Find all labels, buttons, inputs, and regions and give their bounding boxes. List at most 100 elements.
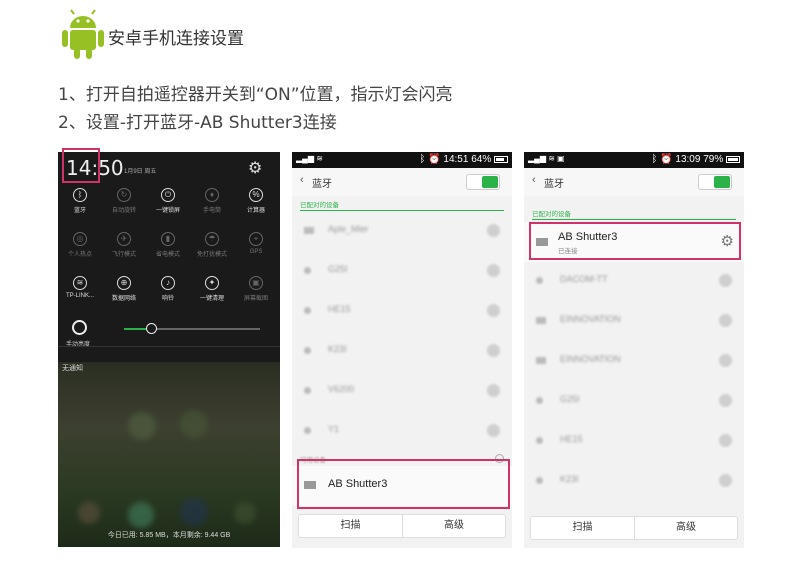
- gear-icon[interactable]: [487, 264, 500, 277]
- device-highlight-box: [529, 222, 741, 260]
- status-bar: ▂▄▆ ≋ ᛒ ⏰ 14:51 64%: [292, 152, 512, 168]
- status-time: 14:51: [443, 154, 469, 165]
- battery-icon: [494, 155, 508, 163]
- qs-auto-rotate[interactable]: ↻ 自动旋转: [102, 188, 146, 214]
- list-item[interactable]: Y1: [292, 412, 512, 452]
- scan-button[interactable]: 扫描: [531, 517, 634, 539]
- power-icon: ⏻: [161, 188, 175, 202]
- headset-icon: [304, 387, 311, 394]
- qs-label: 计算器: [246, 208, 265, 214]
- scan-button[interactable]: 扫描: [299, 515, 402, 537]
- gear-icon[interactable]: [719, 314, 732, 327]
- headset-icon: [304, 307, 311, 314]
- device-highlight-box: [297, 459, 510, 509]
- gear-icon[interactable]: [719, 354, 732, 367]
- qs-power-save[interactable]: ▮ 省电模式: [146, 232, 190, 258]
- speaker-icon: ♪: [161, 276, 175, 290]
- flashlight-icon: ♦: [205, 188, 219, 202]
- hotspot-icon: ◎: [73, 232, 87, 246]
- list-item[interactable]: K23I: [524, 462, 744, 502]
- qs-mobile-data[interactable]: ⊕ 数据网络: [102, 276, 146, 302]
- section-divider: [300, 210, 504, 211]
- divider: [58, 346, 280, 347]
- device-name: V6200: [328, 384, 355, 394]
- qs-label: 响铃: [161, 296, 174, 302]
- list-item[interactable]: HE15: [524, 422, 744, 462]
- bottom-button-bar: 扫描 高级: [298, 514, 506, 538]
- status-bar: ▂▄▆ ≋ ▣ ᛒ ⏰ 13:09 79%: [524, 152, 744, 168]
- qs-calculator[interactable]: % 计算器: [234, 188, 278, 214]
- gear-icon[interactable]: [719, 474, 732, 487]
- back-arrow-icon[interactable]: ‹: [532, 174, 536, 186]
- gear-icon[interactable]: [719, 394, 732, 407]
- headset-icon: [536, 437, 543, 444]
- qs-label: TP-LINK...: [65, 293, 94, 299]
- headset-icon: [304, 267, 311, 274]
- headset-icon: [536, 397, 543, 404]
- gear-icon[interactable]: [487, 384, 500, 397]
- qs-label: 一键锁屏: [155, 208, 180, 214]
- list-item[interactable]: Aple_Mier: [292, 212, 512, 252]
- gear-icon[interactable]: [719, 434, 732, 447]
- qs-label: 蓝牙: [73, 208, 86, 214]
- bluetooth-icon: ᛒ: [73, 188, 87, 202]
- gear-icon[interactable]: [719, 274, 732, 287]
- list-item[interactable]: G25I: [524, 382, 744, 422]
- list-item[interactable]: HE15: [292, 292, 512, 332]
- qs-lock-screen[interactable]: ⏻ 一键锁屏: [146, 188, 190, 214]
- bluetooth-toggle[interactable]: [466, 174, 500, 190]
- qs-bluetooth[interactable]: ᛒ 蓝牙: [58, 188, 102, 214]
- list-item[interactable]: V6200: [292, 372, 512, 412]
- list-item[interactable]: DACOM-TT: [524, 262, 744, 302]
- qs-screenshot[interactable]: ▣ 屏幕截图: [234, 276, 278, 302]
- advanced-button[interactable]: 高级: [634, 517, 737, 539]
- keyboard-icon: [536, 357, 546, 364]
- qs-label: 一键清理: [199, 296, 224, 302]
- gear-icon[interactable]: [487, 344, 500, 357]
- page-title: 安卓手机连接设置: [108, 29, 244, 49]
- qs-do-not-disturb[interactable]: ☂ 免打扰模式: [190, 232, 234, 258]
- bluetooth-toggle[interactable]: [698, 174, 732, 190]
- gear-icon[interactable]: ⚙: [248, 158, 266, 177]
- top-bar: ‹ 蓝牙: [524, 168, 744, 196]
- brightness-slider-knob[interactable]: [146, 323, 157, 334]
- time-highlight-box: [62, 148, 100, 183]
- data-usage-footer: 今日已用: 5.85 MB，本月剩余: 9.44 GB: [107, 532, 231, 539]
- list-item[interactable]: G25I: [292, 252, 512, 292]
- device-name: G25I: [328, 264, 348, 274]
- brightness-icon[interactable]: [72, 320, 87, 335]
- device-name: K23I: [328, 344, 347, 354]
- list-item[interactable]: EINNOVATION: [524, 302, 744, 342]
- device-name: EINNOVATION: [560, 314, 621, 324]
- back-arrow-icon[interactable]: ‹: [300, 174, 304, 186]
- headset-icon: [536, 477, 543, 484]
- notification-shade-screenshot: 14:50 1月9日 周五 ⚙ ᛒ 蓝牙 ↻ 自动旋转 ⏻ 一键锁屏 ♦ 手电筒 % 计算…: [58, 152, 280, 547]
- advanced-button[interactable]: 高级: [402, 515, 505, 537]
- headset-icon: [304, 347, 311, 354]
- qs-gps[interactable]: ⌖ GPS: [234, 232, 278, 255]
- headset-icon: [536, 277, 543, 284]
- qs-airplane[interactable]: ✈ 飞行模式: [102, 232, 146, 258]
- qs-label: 飞行模式: [111, 252, 136, 258]
- qs-label: 免打扰模式: [196, 252, 227, 258]
- qs-ringer[interactable]: ♪ 响铃: [146, 276, 190, 302]
- gear-icon[interactable]: [487, 424, 500, 437]
- qs-wifi[interactable]: ≋ TP-LINK...: [58, 276, 102, 299]
- qs-flashlight[interactable]: ♦ 手电筒: [190, 188, 234, 214]
- screen-title: 蓝牙: [544, 179, 564, 190]
- palm-icon: ☂: [205, 232, 219, 246]
- screen-title: 蓝牙: [312, 179, 332, 190]
- list-item[interactable]: EINNOVATION: [524, 342, 744, 382]
- airplane-icon: ✈: [117, 232, 131, 246]
- device-name: HE15: [328, 304, 351, 314]
- qs-label: 省电模式: [155, 252, 180, 258]
- qs-cleanup[interactable]: ✦ 一键清理: [190, 276, 234, 302]
- list-item[interactable]: K23I: [292, 332, 512, 372]
- qs-hotspot[interactable]: ◎ 个人热点: [58, 232, 102, 258]
- gear-icon[interactable]: [487, 224, 500, 237]
- keyboard-icon: [536, 317, 546, 324]
- step-1-text: 1、打开自拍遥控器开关到“ON”位置，指示灯会闪亮: [58, 85, 453, 105]
- rotate-icon: ↻: [117, 188, 131, 202]
- wifi-icon: ≋: [73, 276, 87, 290]
- gear-icon[interactable]: [487, 304, 500, 317]
